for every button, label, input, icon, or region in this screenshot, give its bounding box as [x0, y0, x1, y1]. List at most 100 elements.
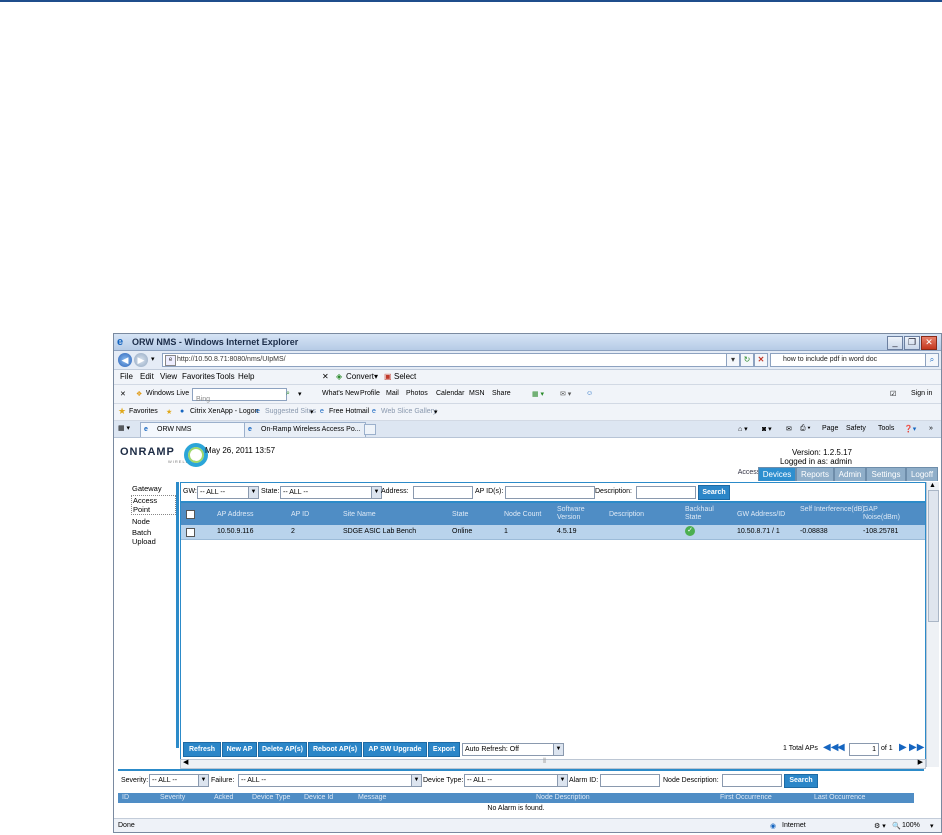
live-share[interactable]: Share — [492, 390, 511, 397]
friends-icon[interactable]: ☺ — [586, 390, 593, 397]
col-device-id[interactable]: Device Id — [304, 794, 333, 801]
next-page-icon[interactable]: ▶ — [899, 743, 907, 753]
failure-select[interactable]: -- ALL -- ▼ — [238, 774, 422, 787]
col-device-type[interactable]: Device Type — [252, 794, 290, 801]
delete-ap-button[interactable]: Delete AP(s) — [258, 742, 307, 757]
ap-search-button[interactable]: Search — [698, 485, 730, 500]
col-gap-noise[interactable]: GAP Noise(dBm) — [863, 506, 913, 522]
convert-button[interactable]: Convert — [346, 372, 374, 381]
prev-page-icon[interactable]: ◀ — [837, 743, 845, 753]
chevron-more-icon[interactable]: » — [929, 425, 933, 432]
url-dropdown-icon[interactable]: ▾ — [726, 353, 740, 367]
state-select[interactable]: -- ALL -- ▼ — [280, 486, 382, 499]
menu-favorites[interactable]: Favorites — [182, 372, 215, 381]
horizontal-scrollbar[interactable]: ◀ ⦀ ▶ — [180, 758, 926, 769]
table-row[interactable]: 10.50.9.116 2 SDGE ASIC Lab Bench Online… — [181, 525, 925, 540]
close-button[interactable]: ✕ — [921, 336, 937, 350]
zoom-level[interactable]: 100% — [902, 822, 920, 829]
col-first-occurrence[interactable]: First Occurrence — [720, 794, 772, 801]
severity-select[interactable]: -- ALL -- ▼ — [149, 774, 209, 787]
cmd-tools[interactable]: Tools — [878, 425, 894, 432]
new-ap-button[interactable]: New AP — [222, 742, 257, 757]
sidebar-item-access-point[interactable]: Access Point — [131, 495, 176, 515]
tab-onramp[interactable]: e On-Ramp Wireless Access Po... — [244, 422, 366, 437]
cmd-safety[interactable]: Safety — [846, 425, 866, 432]
refresh-icon[interactable]: ↻ — [740, 353, 754, 367]
col-state[interactable]: State — [452, 511, 468, 519]
col-severity[interactable]: Severity — [160, 794, 185, 801]
signin-checkbox-icon[interactable]: ☑ — [890, 390, 896, 398]
history-dropdown-icon[interactable]: ▾ — [151, 355, 155, 363]
url-field[interactable]: e http://10.50.8.71:8080/nms/UIpMS/ — [162, 353, 738, 367]
col-site-name[interactable]: Site Name — [343, 511, 376, 519]
ap-sw-upgrade-button[interactable]: AP SW Upgrade — [363, 742, 427, 757]
close-live-toolbar-icon[interactable]: ✕ — [120, 390, 126, 398]
tab-devices[interactable]: Devices — [758, 467, 796, 481]
zoom-dropdown-icon[interactable]: ▾ — [930, 822, 934, 830]
fav-suggested-dropdown-icon[interactable]: ▾ — [310, 408, 314, 416]
col-software-version[interactable]: Software Version — [557, 506, 599, 522]
col-node-description[interactable]: Node Description — [536, 794, 590, 801]
gadget-icon[interactable]: ▦ ▾ — [532, 390, 544, 398]
close-toolbar-icon[interactable]: ✕ — [322, 372, 329, 381]
menu-help[interactable]: Help — [238, 372, 254, 381]
col-acked[interactable]: Acked — [214, 794, 233, 801]
scroll-right-icon[interactable]: ▶ — [918, 758, 923, 766]
maximize-button[interactable]: ❐ — [904, 336, 920, 350]
tab-reports[interactable]: Reports — [796, 467, 834, 481]
bing-dropdown-icon[interactable]: ▾ — [298, 390, 302, 398]
print-icon[interactable]: ⎙ ▾ — [800, 425, 811, 433]
col-description[interactable]: Description — [609, 511, 644, 519]
bing-search-icon[interactable]: ⌕ — [286, 390, 290, 398]
device-type-select[interactable]: -- ALL -- ▼ — [464, 774, 568, 787]
favorites-button[interactable]: Favorites — [129, 408, 158, 415]
tab-logoff[interactable]: Logoff — [906, 467, 938, 481]
page-input[interactable]: 1 — [849, 743, 879, 756]
live-whats-new[interactable]: What's New — [322, 390, 359, 397]
add-favorite-icon[interactable]: ★ — [166, 408, 172, 416]
node-desc-input[interactable] — [722, 774, 782, 787]
fav-web-slice-dropdown-icon[interactable]: ▾ — [434, 408, 438, 416]
refresh-button[interactable]: Refresh — [183, 742, 221, 757]
new-tab-button[interactable] — [364, 424, 376, 435]
description-input[interactable] — [636, 486, 696, 499]
messenger-icon[interactable]: ✉ ▾ — [560, 390, 571, 398]
menu-file[interactable]: File — [120, 372, 133, 381]
quick-tabs-icon[interactable]: ▦ ▾ — [118, 424, 130, 432]
live-mail[interactable]: Mail — [386, 390, 399, 397]
col-self-interference[interactable]: Self Interference(dB) — [800, 506, 870, 514]
sign-in-link[interactable]: Sign in — [911, 390, 932, 397]
protected-mode-icon[interactable]: ⚙ ▾ — [874, 822, 886, 830]
live-photos[interactable]: Photos — [406, 390, 428, 397]
menu-tools[interactable]: Tools — [216, 372, 235, 381]
scroll-thumb[interactable] — [928, 490, 939, 622]
export-button[interactable]: Export — [428, 742, 460, 757]
col-gw-address[interactable]: GW Address/ID — [737, 511, 785, 519]
fav-web-slice[interactable]: Web Slice Gallery — [381, 408, 437, 415]
cmd-page[interactable]: Page — [822, 425, 838, 432]
live-profile[interactable]: Profile — [360, 390, 380, 397]
menu-edit[interactable]: Edit — [140, 372, 154, 381]
alarm-id-input[interactable] — [600, 774, 660, 787]
live-msn[interactable]: MSN — [469, 390, 485, 397]
sidebar-item-batch-upload[interactable]: Batch Upload — [132, 528, 176, 546]
alarm-search-button[interactable]: Search — [784, 774, 818, 788]
sidebar-item-node[interactable]: Node — [132, 517, 176, 526]
vertical-scrollbar[interactable]: ▲ — [926, 482, 939, 767]
stop-icon[interactable]: ✕ — [754, 353, 768, 367]
address-input[interactable] — [413, 486, 473, 499]
forward-icon[interactable]: ▶ — [134, 353, 148, 367]
select-button[interactable]: Select — [394, 372, 416, 381]
col-backhaul-state[interactable]: Backhaul State — [685, 506, 725, 522]
help-icon[interactable]: ❓▾ — [904, 425, 916, 433]
read-mail-icon[interactable]: ✉ — [786, 425, 792, 433]
reboot-ap-button[interactable]: Reboot AP(s) — [308, 742, 362, 757]
sidebar-item-gateway[interactable]: Gateway — [132, 484, 176, 493]
convert-dropdown-icon[interactable]: ▾ — [374, 372, 378, 381]
col-last-occurrence[interactable]: Last Occurrence — [814, 794, 865, 801]
feeds-icon[interactable]: ◙ ▾ — [762, 425, 772, 433]
back-icon[interactable]: ◀ — [118, 353, 132, 367]
fav-hotmail[interactable]: Free Hotmail — [329, 408, 369, 415]
apid-input[interactable] — [505, 486, 595, 499]
menu-view[interactable]: View — [160, 372, 177, 381]
